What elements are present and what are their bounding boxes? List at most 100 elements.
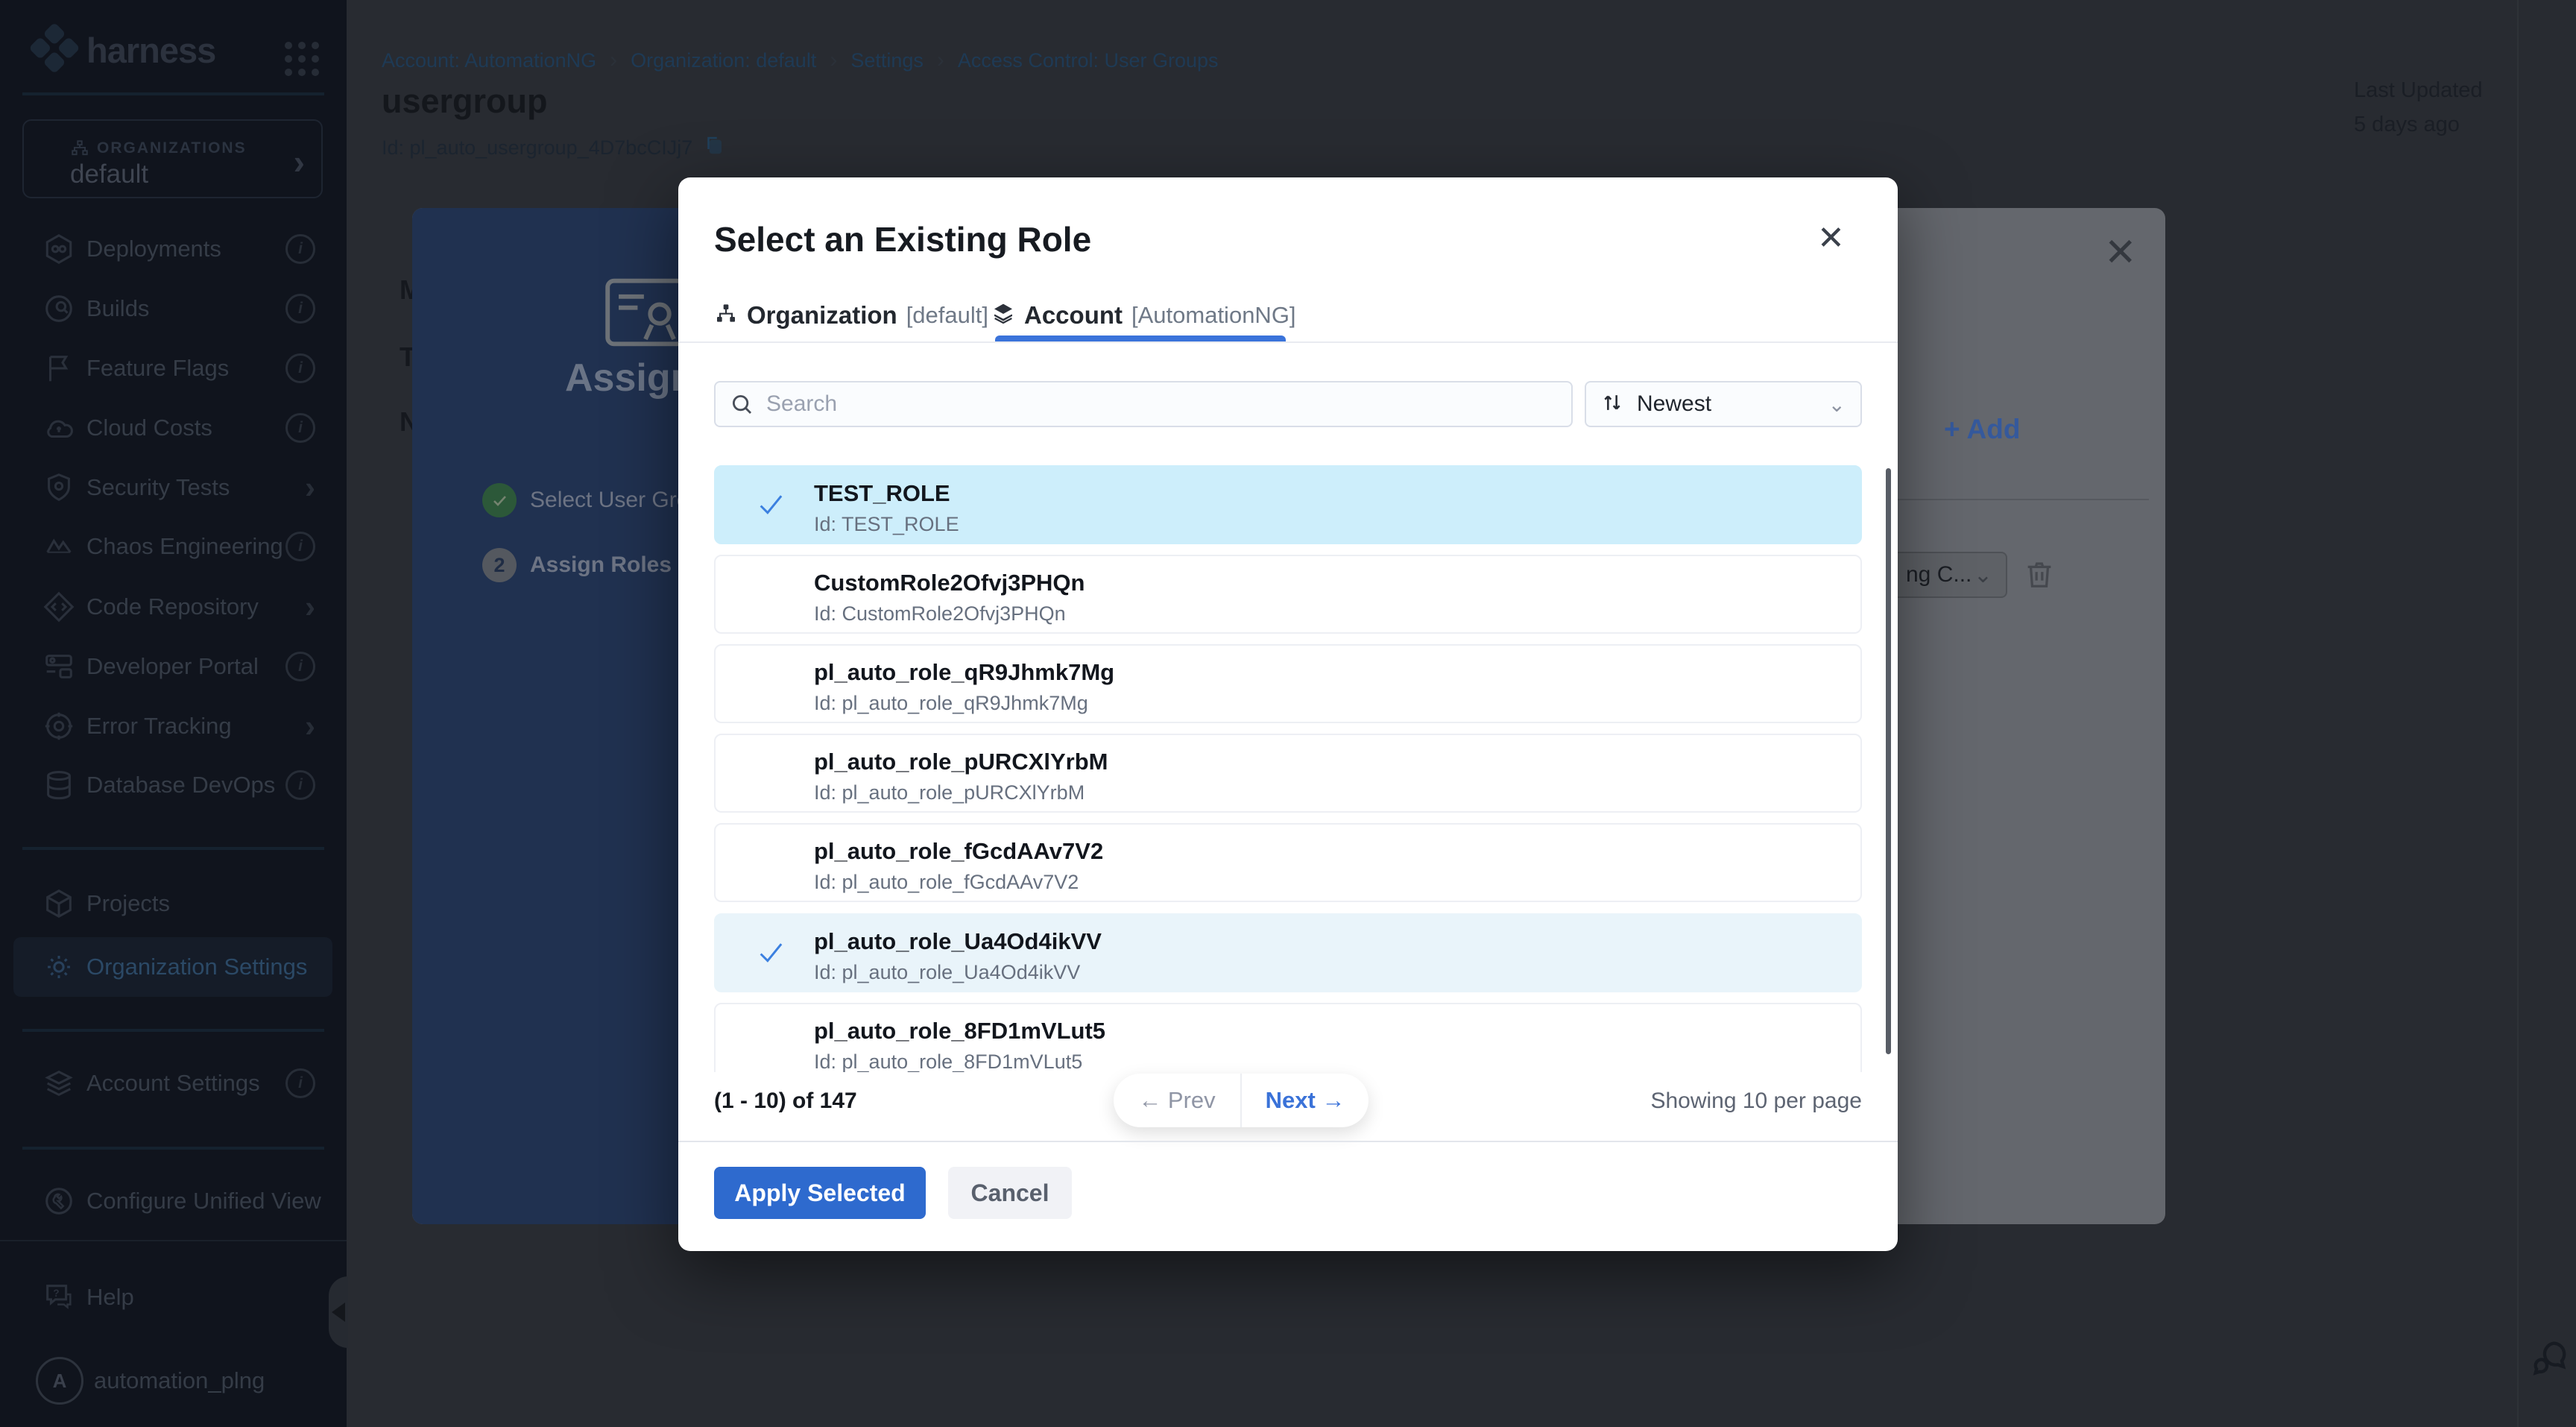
apply-selected-button[interactable]: Apply Selected bbox=[714, 1167, 926, 1219]
sidebar-item-label: Configure Unified View bbox=[86, 1188, 321, 1215]
user-profile-item[interactable]: A automation_plng bbox=[0, 1351, 347, 1411]
portal-icon bbox=[42, 649, 76, 684]
sidebar-item-label: Error Tracking bbox=[86, 713, 232, 740]
sidebar-item-cloud-costs[interactable]: Cloud Costs i bbox=[0, 398, 347, 458]
info-icon: i bbox=[285, 294, 315, 324]
modal-title: Select an Existing Role bbox=[714, 219, 1091, 259]
prev-page-button[interactable]: ← Prev bbox=[1114, 1087, 1240, 1114]
modal-close-icon[interactable]: ✕ bbox=[1817, 219, 1845, 257]
wizard-step-2: 2 Assign Roles an bbox=[482, 548, 704, 582]
app-grid-icon[interactable] bbox=[285, 42, 319, 76]
role-list-item[interactable]: pl_auto_role_8FD1mVLut5 Id: pl_auto_role… bbox=[714, 1003, 1862, 1072]
sidebar-item-label: Cloud Costs bbox=[86, 415, 212, 441]
role-list-item[interactable]: pl_auto_role_pURCXlYrbM Id: pl_auto_role… bbox=[714, 734, 1862, 813]
step-complete-icon bbox=[482, 483, 517, 517]
info-icon: i bbox=[285, 413, 315, 443]
cancel-button[interactable]: Cancel bbox=[948, 1167, 1072, 1219]
sidebar-item-feature-flags[interactable]: Feature Flags i bbox=[0, 338, 347, 398]
sidebar-item-label: Database DevOps bbox=[86, 772, 275, 798]
next-page-button[interactable]: Next → bbox=[1242, 1087, 1368, 1114]
sidebar-item-label: Organization Settings bbox=[86, 954, 307, 980]
app-root: harness ORGANIZATIONS default › Deployme… bbox=[0, 0, 2576, 1427]
sidebar-item-projects[interactable]: Projects bbox=[0, 874, 347, 933]
sidebar-item-code-repository[interactable]: Code Repository › bbox=[0, 577, 347, 637]
sidebar-item-label: Developer Portal bbox=[86, 653, 259, 680]
collapse-arrow-icon bbox=[332, 1302, 345, 1322]
tab-account[interactable]: Account [AutomationNG] bbox=[991, 301, 1296, 330]
role-id: Id: CustomRole2Ofvj3PHQn bbox=[814, 602, 1066, 626]
sidebar-item-configure-unified-view[interactable]: Configure Unified View bbox=[0, 1171, 347, 1231]
delete-row-icon[interactable] bbox=[2022, 555, 2056, 596]
layers-gear-icon bbox=[42, 1066, 76, 1100]
chaos-icon bbox=[42, 529, 76, 564]
step-label: Select User Gro bbox=[530, 488, 689, 513]
role-list-item[interactable]: CustomRole2Ofvj3PHQn Id: CustomRole2Ofvj… bbox=[714, 555, 1862, 634]
sidebar-item-label: Security Tests bbox=[86, 474, 230, 501]
scrollbar-thumb[interactable] bbox=[1886, 468, 1891, 1054]
sidebar-item-security-tests[interactable]: Security Tests › bbox=[0, 458, 347, 517]
sidebar-item-database-devops[interactable]: Database DevOps i bbox=[0, 755, 347, 815]
role-name: pl_auto_role_fGcdAAv7V2 bbox=[814, 838, 1103, 865]
breadcrumb-link[interactable]: Organization: default bbox=[631, 49, 816, 72]
role-id: Id: pl_auto_role_qR9Jhmk7Mg bbox=[814, 692, 1088, 715]
info-icon: i bbox=[285, 234, 315, 264]
pagination-range: (1 - 10) of 147 bbox=[714, 1089, 857, 1114]
selected-check-icon bbox=[756, 489, 786, 523]
sidebar-item-developer-portal[interactable]: Developer Portal i bbox=[0, 637, 347, 696]
wrench-icon bbox=[42, 1184, 76, 1218]
info-icon: i bbox=[285, 353, 315, 383]
wizard-step-1: Select User Gro bbox=[482, 483, 689, 517]
page-size-label: Showing 10 per page bbox=[1489, 1089, 1862, 1114]
active-tab-underline bbox=[995, 336, 1286, 341]
organization-selector[interactable]: ORGANIZATIONS default › bbox=[22, 119, 323, 198]
select-role-modal: Select an Existing Role ✕ Organization [… bbox=[678, 177, 1898, 1251]
divider bbox=[22, 1029, 324, 1032]
sort-dropdown[interactable]: Newest ⌄ bbox=[1585, 381, 1862, 427]
role-list-item[interactable]: pl_auto_role_fGcdAAv7V2 Id: pl_auto_role… bbox=[714, 823, 1862, 902]
role-list-item[interactable]: pl_auto_role_Ua4Od4ikVV Id: pl_auto_role… bbox=[714, 913, 1862, 992]
breadcrumb-link[interactable]: Account: AutomationNG bbox=[382, 49, 596, 72]
chevron-down-icon: ⌄ bbox=[1974, 562, 1992, 588]
org-chart-icon bbox=[714, 302, 738, 330]
role-list-item[interactable]: TEST_ROLE Id: TEST_ROLE bbox=[714, 465, 1862, 544]
role-id: Id: pl_auto_role_Ua4Od4ikVV bbox=[814, 961, 1080, 984]
organization-value: default bbox=[70, 160, 148, 189]
sidebar-item-label: Account Settings bbox=[86, 1070, 260, 1097]
role-name: pl_auto_role_Ua4Od4ikVV bbox=[814, 928, 1102, 955]
sidebar-item-label: Feature Flags bbox=[86, 355, 229, 382]
breadcrumb-link[interactable]: Settings bbox=[850, 49, 924, 72]
last-updated-label: Last Updated bbox=[2354, 73, 2483, 107]
sidebar-item-label: Chaos Engineering bbox=[86, 533, 283, 560]
cloud-icon bbox=[42, 411, 76, 445]
sidebar-item-chaos-engineering[interactable]: Chaos Engineering i bbox=[0, 517, 347, 576]
info-icon: i bbox=[285, 770, 315, 800]
assign-dialog-close-icon[interactable]: ✕ bbox=[2104, 230, 2137, 275]
sidebar-collapse-handle[interactable] bbox=[329, 1276, 348, 1348]
sidebar-item-deployments[interactable]: Deployments i bbox=[0, 219, 347, 279]
add-role-binding-button[interactable]: + Add bbox=[1944, 414, 2020, 445]
sort-arrows-icon bbox=[1600, 390, 1625, 419]
target-icon bbox=[42, 709, 76, 743]
organizations-label: ORGANIZATIONS bbox=[70, 139, 247, 158]
svg-text:?: ? bbox=[53, 1288, 59, 1299]
sidebar-item-help[interactable]: ? Help bbox=[0, 1267, 347, 1327]
role-list-item[interactable]: pl_auto_role_qR9Jhmk7Mg Id: pl_auto_role… bbox=[714, 644, 1862, 723]
chevron-right-icon: › bbox=[305, 594, 315, 620]
copy-icon[interactable] bbox=[703, 133, 725, 163]
sidebar-item-error-tracking[interactable]: Error Tracking › bbox=[0, 696, 347, 756]
role-name: pl_auto_role_qR9Jhmk7Mg bbox=[814, 659, 1114, 686]
search-icon bbox=[729, 391, 754, 417]
support-chat-icon[interactable] bbox=[2528, 1336, 2572, 1383]
sidebar-item-account-settings[interactable]: Account Settings i bbox=[0, 1053, 347, 1113]
breadcrumb-link[interactable]: Access Control: User Groups bbox=[958, 49, 1219, 72]
last-updated: Last Updated 5 days ago bbox=[2354, 73, 2483, 142]
role-id: Id: pl_auto_role_fGcdAAv7V2 bbox=[814, 871, 1079, 894]
sidebar-item-builds[interactable]: Builds i bbox=[0, 279, 347, 338]
page-title: usergroup bbox=[382, 82, 548, 121]
search-input[interactable] bbox=[765, 391, 1513, 418]
harness-logo: harness bbox=[34, 30, 215, 71]
breadcrumb-separator-icon: › bbox=[830, 48, 837, 73]
sidebar-item-organization-settings[interactable]: Organization Settings bbox=[13, 937, 332, 997]
chevron-right-icon: › bbox=[305, 714, 315, 739]
tab-organization[interactable]: Organization [default] bbox=[714, 301, 988, 330]
